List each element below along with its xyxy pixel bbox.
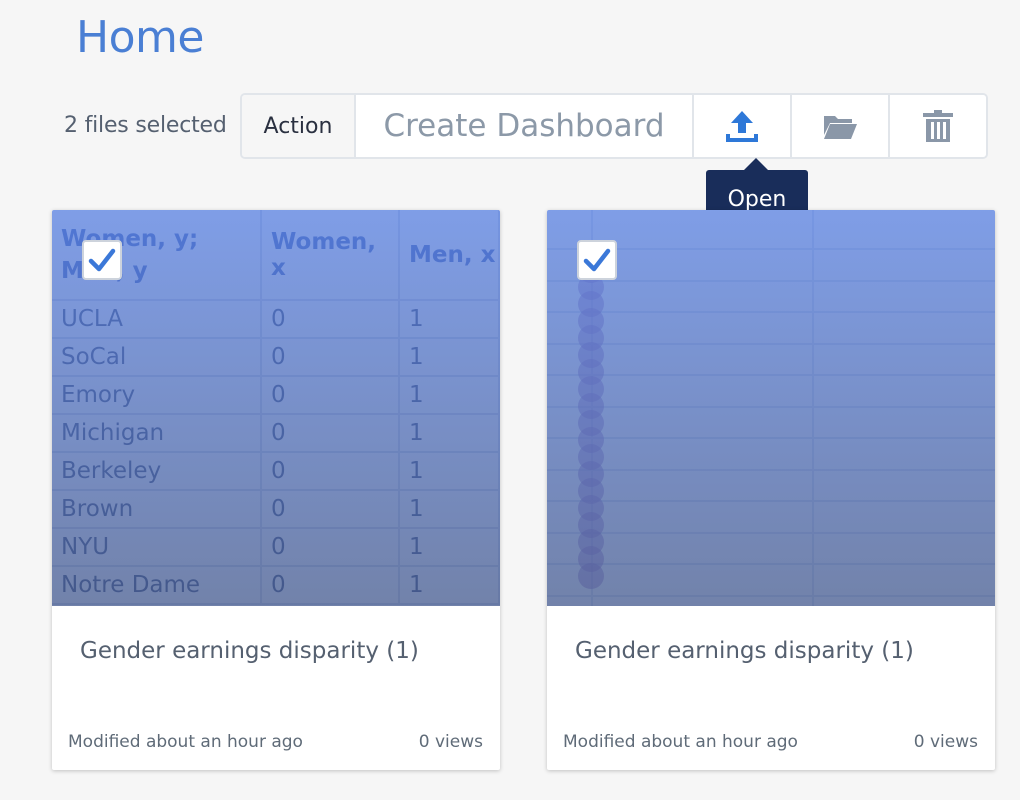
table-cell: Michigan	[52, 414, 262, 453]
table-header: Women, x	[261, 210, 400, 301]
folder-icon	[824, 116, 857, 139]
grid-line	[547, 500, 995, 502]
table-cell: Berkeley	[52, 452, 262, 491]
checkmark-icon	[88, 248, 116, 272]
table-row: NYU 0 1	[52, 528, 500, 567]
move-to-folder-button[interactable]	[792, 95, 890, 157]
table-cell: 0	[261, 566, 400, 605]
table-row: Michigan 0 1	[52, 414, 500, 453]
grid-line	[547, 437, 995, 439]
table-cell: 0	[261, 376, 400, 415]
table-row: Emory 0 1	[52, 376, 500, 415]
checkmark-icon	[583, 248, 611, 272]
file-title[interactable]: Gender earnings disparity (1)	[575, 638, 914, 664]
file-thumbnail	[547, 210, 995, 606]
grid-line	[547, 342, 995, 345]
modified-label: Modified about an hour ago	[68, 732, 303, 752]
open-button[interactable]	[694, 95, 792, 157]
table-cell: SoCal	[52, 338, 262, 377]
table-cell: 0	[261, 414, 400, 453]
file-toolbar: Action Create Dashboard	[240, 93, 988, 159]
table-cell: 1	[399, 528, 500, 567]
select-checkbox[interactable]	[82, 240, 122, 280]
action-button[interactable]: Action	[242, 95, 356, 157]
file-card[interactable]: Women, y; Men, y Women, x Men, x UCLA 0 …	[52, 210, 500, 770]
table-cell: 0	[261, 300, 400, 339]
table-row: Brown 0 1	[52, 490, 500, 529]
views-count: 0 views	[418, 732, 483, 752]
table-cell: 1	[399, 452, 500, 491]
views-count: 0 views	[913, 732, 978, 752]
table-row: SoCal 0 1	[52, 338, 500, 377]
grid-line	[547, 531, 995, 534]
table-cell: 1	[399, 414, 500, 453]
create-dashboard-button[interactable]: Create Dashboard	[356, 95, 694, 157]
table-cell: 1	[399, 338, 500, 377]
grid-line	[547, 311, 995, 313]
table-cell: NYU	[52, 528, 262, 567]
table-row: Berkeley 0 1	[52, 452, 500, 491]
file-title[interactable]: Gender earnings disparity (1)	[80, 638, 419, 664]
table-cell: 1	[399, 300, 500, 339]
table-cell: Emory	[52, 376, 262, 415]
grid-line	[547, 594, 995, 597]
modified-label: Modified about an hour ago	[563, 732, 798, 752]
grid-line	[547, 468, 995, 471]
page-title: Home	[76, 12, 204, 63]
table-cell: 1	[399, 490, 500, 529]
selected-count-label: 2 files selected	[64, 113, 227, 138]
trash-icon	[923, 110, 953, 142]
table-cell: Notre Dame	[52, 566, 262, 605]
grid-line	[547, 405, 995, 408]
upload-icon	[726, 111, 758, 142]
table-cell: 0	[261, 452, 400, 491]
table-cell: 0	[261, 338, 400, 377]
file-card[interactable]: Gender earnings disparity (1) Modified a…	[547, 210, 995, 770]
table-cell: Brown	[52, 490, 262, 529]
table-header: Men, x	[399, 210, 500, 301]
plot-point	[578, 563, 604, 589]
grid-line	[547, 563, 995, 565]
table-cell: 0	[261, 528, 400, 567]
grid-line	[812, 210, 814, 606]
table-cell: 1	[399, 566, 500, 605]
table-row: Notre Dame 0 1	[52, 566, 500, 605]
table-cell: 1	[399, 376, 500, 415]
grid-line	[547, 374, 995, 376]
file-thumbnail: Women, y; Men, y Women, x Men, x UCLA 0 …	[52, 210, 500, 606]
table-cell: UCLA	[52, 300, 262, 339]
table-cell: 0	[261, 490, 400, 529]
table-row: UCLA 0 1	[52, 300, 500, 339]
select-checkbox[interactable]	[577, 240, 617, 280]
delete-button[interactable]	[890, 95, 986, 157]
